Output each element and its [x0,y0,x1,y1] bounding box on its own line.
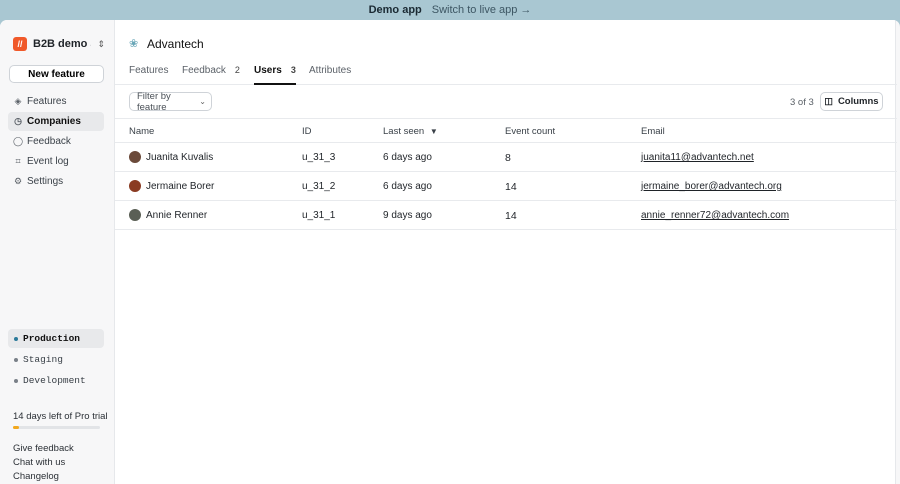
org-name: B2B demo app [33,38,91,50]
sidebar-item-features[interactable]: ◈ Features [8,92,104,111]
column-header-name[interactable]: Name [129,126,154,137]
column-header-event-count[interactable]: Event count [505,126,555,137]
avatar [129,151,141,163]
columns-icon: ◫ [824,96,833,106]
sidebar-item-settings[interactable]: ⚙ Settings [8,172,104,191]
column-header-id[interactable]: ID [302,126,312,137]
avatar [129,180,141,192]
sidebar-item-label: Features [27,96,67,107]
company-logo-icon: ❀ [129,38,139,50]
env-label: Development [23,375,86,386]
result-count: 3 of 3 [790,97,814,108]
user-name: Jermaine Borer [146,180,215,192]
filter-label: Filter by feature [137,90,171,113]
status-dot-icon [14,357,18,362]
env-development[interactable]: Development [8,371,104,390]
tab-users[interactable]: Users 3 [254,63,296,85]
chat-bubble-icon: ◯ [13,136,24,146]
table-header: Name ID Last seen ▼ Event count Email [115,118,897,143]
environment-list: Production Staging Development [8,329,104,392]
settings-sliders-icon: ⚙ [13,176,23,186]
table-row[interactable]: Jermaine Borer u_31_2 6 days ago 14 jerm… [115,172,897,201]
table-row[interactable]: Juanita Kuvalis u_31_3 6 days ago 8 juan… [115,143,897,172]
tab-label: Features [129,65,169,76]
tab-features[interactable]: Features [129,63,168,85]
sort-desc-icon: ▼ [429,127,438,136]
sidebar-item-label: Companies [27,116,81,127]
user-name: Juanita Kuvalis [146,151,214,163]
new-feature-button[interactable]: New feature [9,65,104,83]
filter-by-feature-select[interactable]: Filter by feature ⌄ [129,90,212,113]
env-label: Staging [23,354,63,365]
sidebar-item-companies[interactable]: ◷ Companies [8,112,104,131]
columns-label: Columns [837,96,879,107]
tab-label: Attributes [309,65,352,76]
chat-with-us-link[interactable]: Chat with us [13,456,74,470]
avatar [129,209,141,221]
company-header: ❀ Advantech [129,37,204,51]
user-name-cell: Annie Renner [129,209,207,221]
tab-count-badge: 3 [290,65,296,75]
column-header-email[interactable]: Email [641,126,665,137]
columns-button[interactable]: ◫ Columns [820,92,883,111]
give-feedback-link[interactable]: Give feedback [13,442,74,456]
env-staging[interactable]: Staging [8,350,104,369]
tab-count-badge: 2 [234,65,240,75]
tab-attributes[interactable]: Attributes [309,63,351,85]
user-id: u_31_1 [302,210,336,221]
event-count: 14 [505,210,517,222]
trial-progress-bar [13,426,100,429]
changelog-link[interactable]: Changelog [13,470,74,484]
sidebar-item-label: Settings [27,176,64,187]
switch-to-live-link[interactable]: Switch to live app → [432,4,532,16]
sidebar-item-feedback[interactable]: ◯ Feedback [8,132,104,151]
user-name-cell: Juanita Kuvalis [129,151,213,163]
last-seen: 9 days ago [383,210,432,221]
event-count: 14 [505,181,517,193]
event-log-icon: ⌗ [15,156,21,166]
sidebar-footer-links: Give feedback Chat with us Changelog [13,442,74,484]
last-seen: 6 days ago [383,181,432,192]
event-count: 8 [505,152,511,164]
org-switcher[interactable]: // B2B demo app ⇕ [13,37,105,51]
sidebar-item-label: Event log [27,156,69,167]
main-panel: ❀ Advantech Features Feedback 2 Users 3 … [114,20,897,484]
last-seen: 6 days ago [383,152,432,163]
env-production[interactable]: Production [8,329,104,348]
app-window: // B2B demo app ⇕ New feature ◈ Features… [0,20,900,484]
env-label: Production [23,333,81,344]
column-header-last-seen[interactable]: Last seen ▼ [383,126,438,137]
user-email-link[interactable]: annie_renner72@advantech.com [641,210,789,221]
building-icon: ◷ [14,116,22,126]
tab-label: Users [254,65,282,76]
user-id: u_31_2 [302,181,336,192]
sidebar: // B2B demo app ⇕ New feature ◈ Features… [0,20,114,484]
trial-progress-fill [13,426,20,429]
users-table: Name ID Last seen ▼ Event count Email Ju… [115,118,897,230]
user-name: Annie Renner [146,209,208,221]
tab-feedback[interactable]: Feedback 2 [182,63,240,85]
sidebar-item-event-log[interactable]: ⌗ Event log [8,152,104,171]
tab-bar: Features Feedback 2 Users 3 Attributes [115,63,897,85]
user-email-link[interactable]: juanita11@advantech.net [641,152,754,163]
demo-banner: Demo app Switch to live app → [0,0,900,20]
sidebar-item-label: Feedback [27,136,71,147]
demo-app-label: Demo app [368,4,422,16]
status-dot-icon [14,378,18,383]
table-row[interactable]: Annie Renner u_31_1 9 days ago 14 annie_… [115,201,897,230]
page-title: Advantech [147,37,204,51]
user-email-link[interactable]: jermaine_borer@advantech.org [641,181,782,192]
layers-icon: ◈ [14,96,22,106]
chevron-up-down-icon: ⇕ [97,38,105,49]
chevron-down-icon: ⌄ [199,97,206,106]
column-header-label: Last seen [383,126,425,137]
org-logo-icon: // [13,37,27,51]
sidebar-nav: ◈ Features ◷ Companies ◯ Feedback ⌗ Even… [8,92,104,192]
trial-status: 14 days left of Pro trial [13,411,108,422]
status-dot-icon [14,336,18,341]
user-id: u_31_3 [302,152,336,163]
user-name-cell: Jermaine Borer [129,180,214,192]
tab-label: Feedback [182,65,226,76]
